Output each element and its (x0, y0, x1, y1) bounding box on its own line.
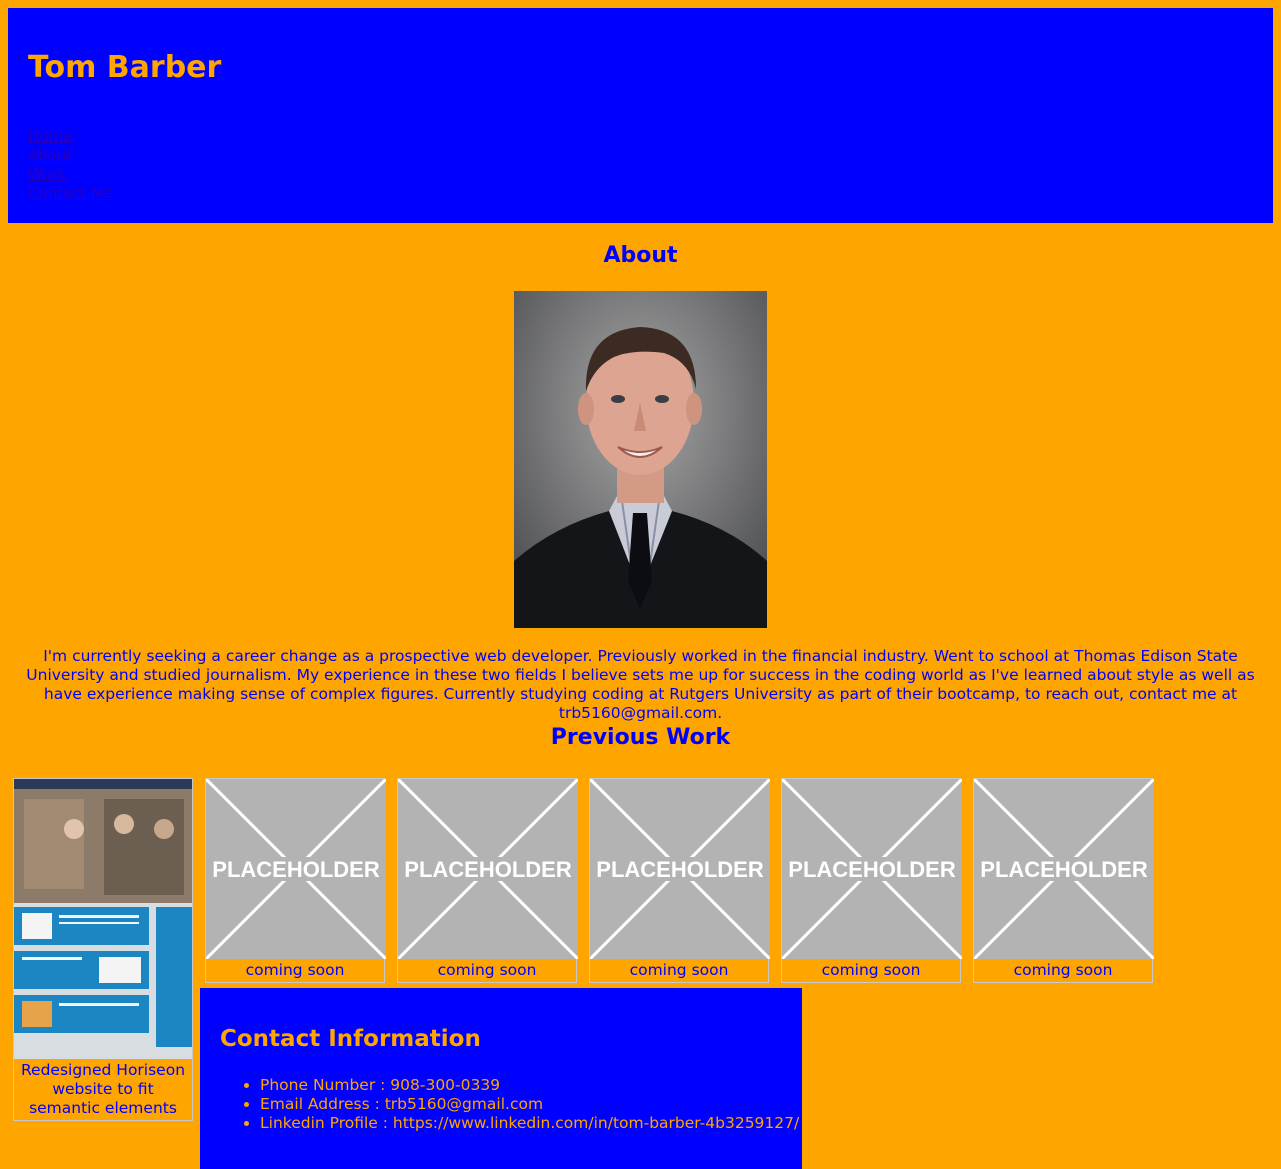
card-caption: coming soon (1013, 961, 1113, 979)
nav-link-work[interactable]: Work (28, 165, 66, 183)
svg-text:PLACEHOLDER: PLACEHOLDER (980, 857, 1148, 882)
work-heading: Previous Work (550, 725, 731, 750)
about-text: I'm currently seeking a career change as… (26, 647, 1255, 722)
work-card-placeholder-5[interactable]: PLACEHOLDER coming soon (973, 778, 1154, 983)
contact-list: Phone Number : 908-300-0339 Email Addres… (240, 1076, 799, 1133)
card-caption: coming soon (245, 961, 345, 979)
work-card-placeholder-4[interactable]: PLACEHOLDER coming soon (781, 778, 962, 983)
card-caption: coming soon (437, 961, 537, 979)
work-card-placeholder-1[interactable]: PLACEHOLDER coming soon (205, 778, 386, 983)
svg-text:PLACEHOLDER: PLACEHOLDER (404, 857, 572, 882)
placeholder-image: PLACEHOLDER (398, 779, 578, 959)
horiseon-thumbnail (14, 779, 192, 1059)
contact-email: Email Address : trb5160@gmail.com (260, 1095, 799, 1114)
nav-link-about[interactable]: About (28, 146, 72, 164)
card-caption: coming soon (629, 961, 729, 979)
placeholder-image: PLACEHOLDER (782, 779, 962, 959)
main-nav: Home About Work Contact Me (28, 127, 113, 203)
svg-text:PLACEHOLDER: PLACEHOLDER (788, 857, 956, 882)
site-header: Tom Barber Home About Work Contact Me (8, 8, 1273, 223)
work-card-placeholder-3[interactable]: PLACEHOLDER coming soon (589, 778, 770, 983)
work-card-placeholder-2[interactable]: PLACEHOLDER coming soon (397, 778, 578, 983)
work-card-horiseon[interactable]: Redesigned Horiseon website to fit seman… (13, 778, 193, 1121)
contact-heading: Contact Information (220, 1026, 481, 1052)
placeholder-image: PLACEHOLDER (974, 779, 1154, 959)
contact-section: Contact Information Phone Number : 908-3… (200, 988, 802, 1169)
placeholder-image: PLACEHOLDER (590, 779, 770, 959)
nav-link-home[interactable]: Home (28, 127, 72, 145)
profile-photo (514, 291, 767, 628)
horiseon-caption: Redesigned Horiseon website to fit seman… (20, 1061, 186, 1117)
svg-text:PLACEHOLDER: PLACEHOLDER (596, 857, 764, 882)
contact-linkedin: Linkedin Profile : https://www.linkedin.… (260, 1114, 799, 1133)
about-heading: About (603, 243, 678, 268)
card-caption: coming soon (821, 961, 921, 979)
placeholder-image: PLACEHOLDER (206, 779, 386, 959)
site-title: Tom Barber (28, 50, 222, 85)
svg-text:PLACEHOLDER: PLACEHOLDER (212, 857, 380, 882)
contact-phone: Phone Number : 908-300-0339 (260, 1076, 799, 1095)
nav-link-contact[interactable]: Contact Me (28, 184, 113, 202)
